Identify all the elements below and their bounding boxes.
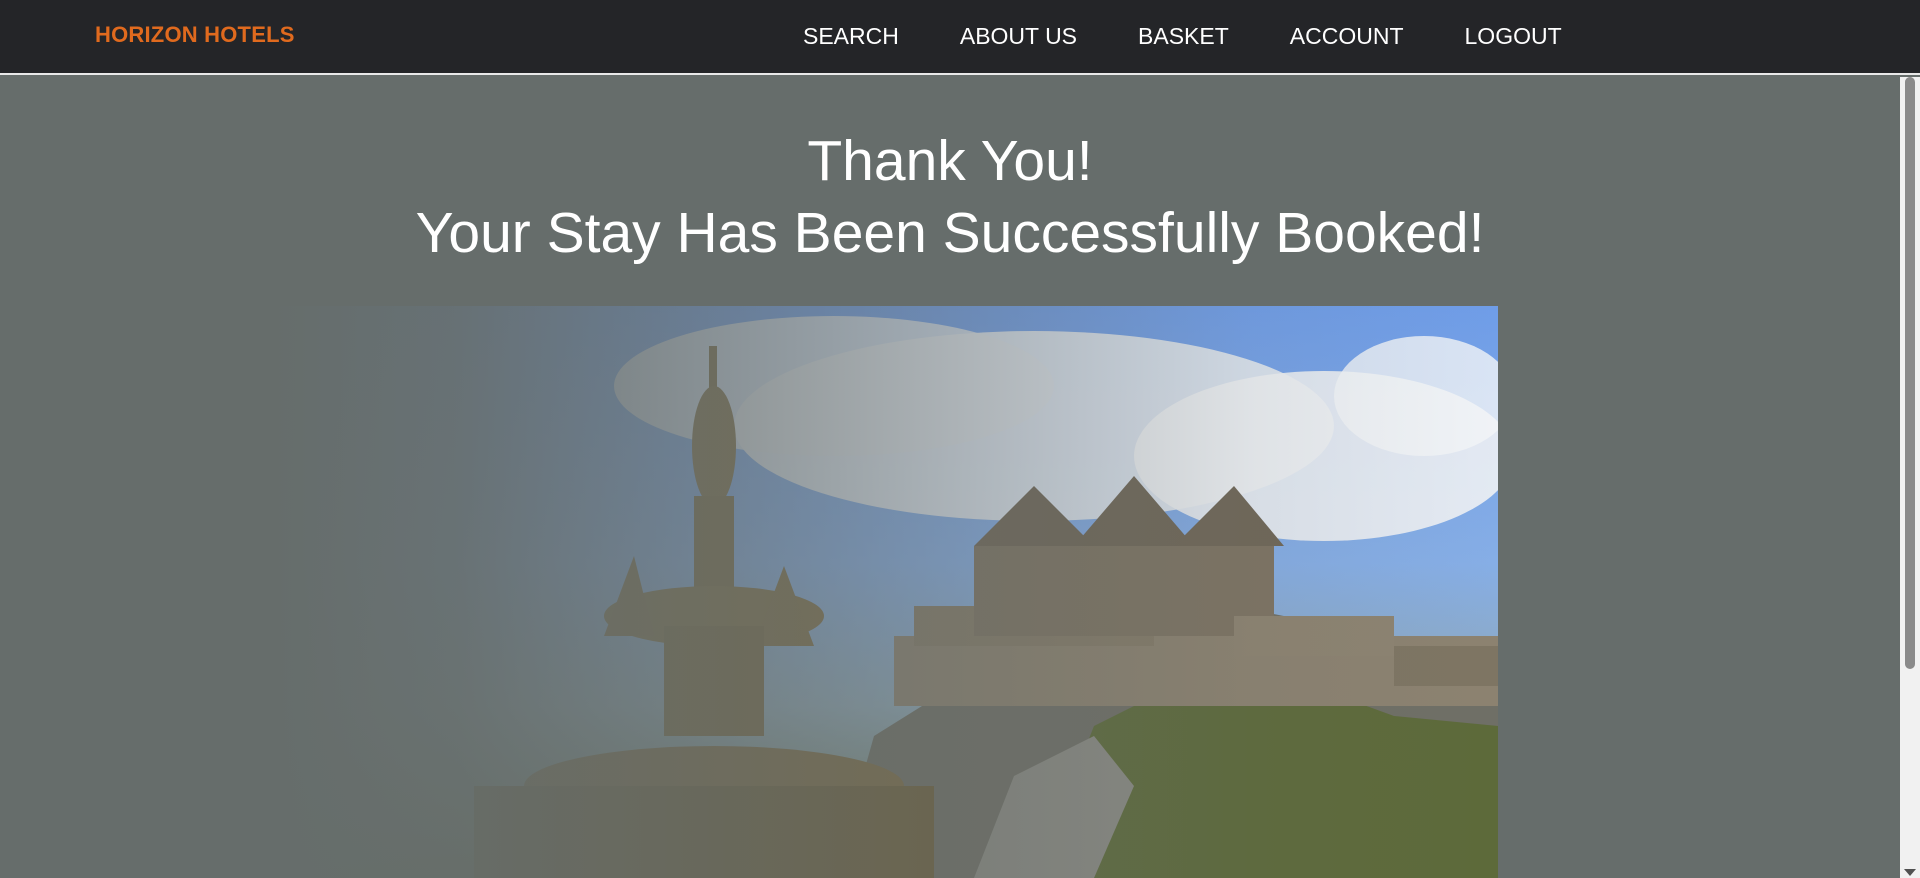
page-scrollbar[interactable]: [1900, 77, 1920, 878]
castle-photo: [274, 306, 1498, 878]
scrollbar-thumb[interactable]: [1905, 77, 1915, 669]
scroll-down-arrow-icon[interactable]: [1904, 869, 1916, 876]
booking-success-title: Your Stay Has Been Successfully Booked!: [415, 201, 1485, 265]
main-nav: SEARCH ABOUT US BASKET ACCOUNT LOGOUT: [803, 23, 1562, 50]
brand-logo[interactable]: HORIZON HOTELS: [95, 22, 295, 48]
confirmation-heading: Thank You! Your Stay Has Been Successful…: [0, 77, 1900, 269]
nav-basket[interactable]: BASKET: [1138, 23, 1229, 50]
thank-you-title: Thank You!: [807, 129, 1093, 193]
nav-logout[interactable]: LOGOUT: [1465, 23, 1562, 50]
top-navbar: HORIZON HOTELS SEARCH ABOUT US BASKET AC…: [0, 0, 1920, 75]
nav-search[interactable]: SEARCH: [803, 23, 899, 50]
nav-account[interactable]: ACCOUNT: [1290, 23, 1404, 50]
nav-about-us[interactable]: ABOUT US: [960, 23, 1077, 50]
photo-overlay: [274, 306, 1498, 878]
